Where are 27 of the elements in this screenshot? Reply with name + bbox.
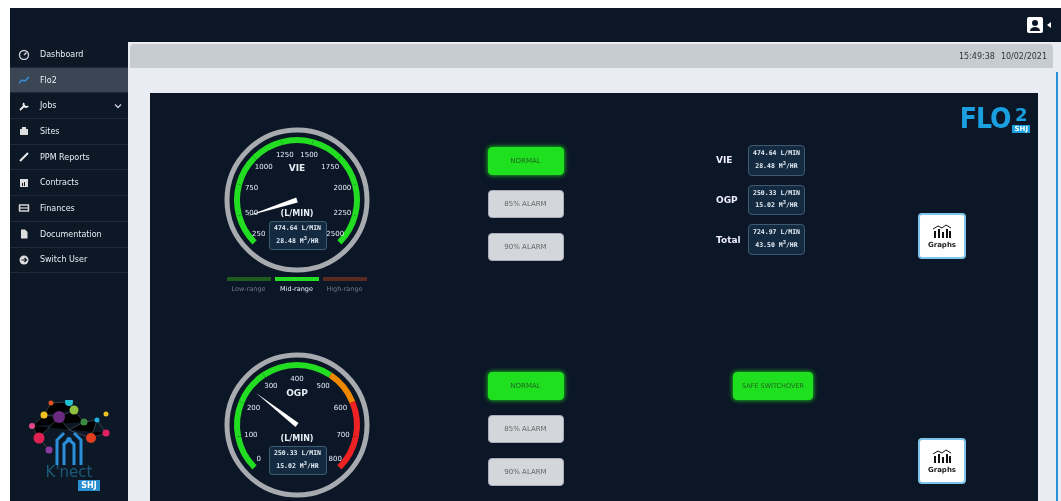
meter-label: VIE: [716, 155, 734, 166]
caret-icon: [1047, 22, 1051, 28]
user-switch-icon: [18, 253, 30, 266]
sidebar-item[interactable]: Flo2: [10, 67, 128, 94]
gauge-title: OGP: [285, 388, 308, 398]
logo-wordmark: K'nect: [45, 465, 93, 480]
bar-chart-icon: [932, 448, 952, 463]
clock-date: 10/02/2021: [1000, 51, 1047, 61]
gauge-title: VIE: [288, 163, 305, 173]
meter-label: Total: [716, 234, 742, 245]
gauge-unit: (L/MIN): [280, 209, 313, 218]
building-icon: [18, 125, 30, 138]
dashboard-gauge-icon: [18, 48, 30, 61]
meter-label: OGP: [716, 195, 739, 205]
brand-logo-subscript: 2: [1014, 106, 1028, 124]
brand-logo-text: FLO: [959, 105, 1011, 133]
pencil-icon: [18, 151, 30, 164]
document-icon: [18, 228, 30, 241]
logo-badge: SHJ: [78, 480, 100, 491]
clock-time: 15:49:38: [958, 51, 995, 61]
gauge-unit: (L/MIN): [280, 434, 313, 443]
card-icon: [18, 202, 30, 215]
user-icon: [1027, 17, 1043, 33]
bar-chart-icon: [932, 223, 952, 238]
user-menu-button[interactable]: [1027, 17, 1051, 33]
scrollbar[interactable]: [1056, 72, 1058, 501]
chart-document-icon: [18, 176, 30, 189]
